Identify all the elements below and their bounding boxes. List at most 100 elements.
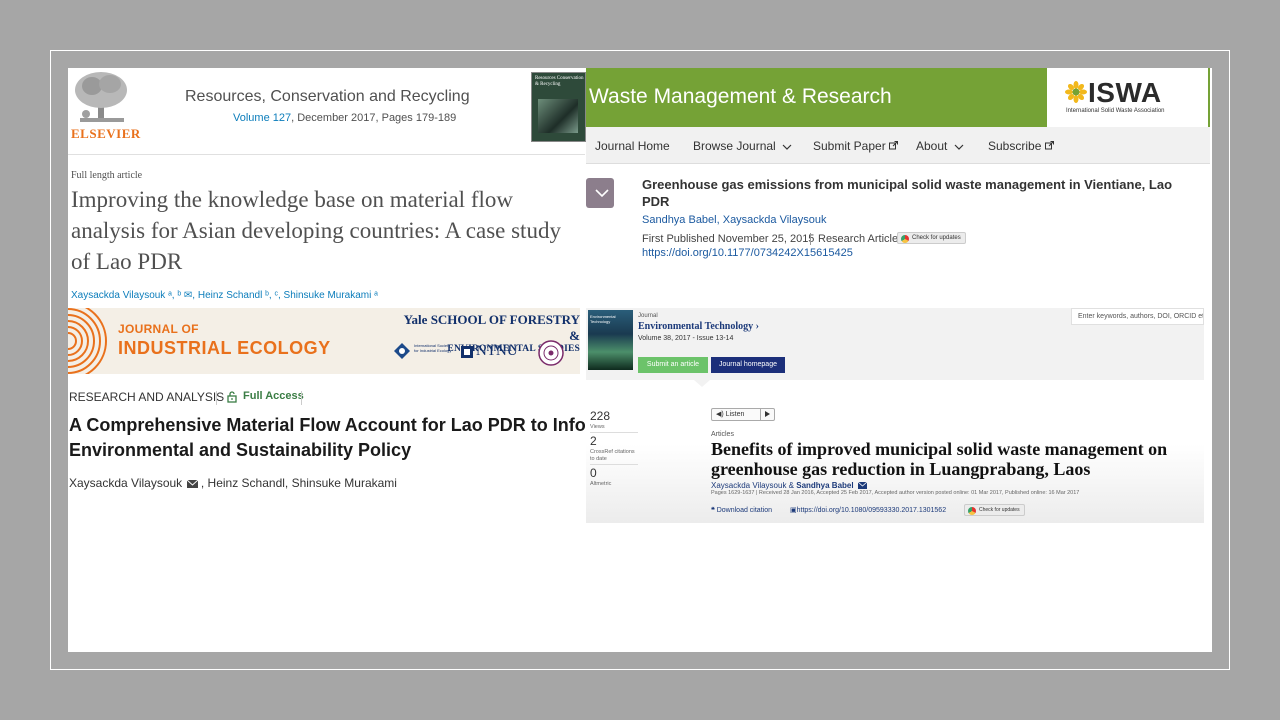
journal-label: Journal <box>638 313 658 319</box>
journal-title[interactable]: Waste Management & Research <box>589 85 892 109</box>
external-link-icon <box>1044 141 1054 150</box>
isie-logo-icon <box>394 343 410 359</box>
lock-open-icon <box>227 391 237 403</box>
author-link[interactable]: Sandhya Babel <box>796 481 853 490</box>
banner-line1: JOURNAL OF <box>118 322 199 336</box>
wmr-panel: Waste Management & Research ISWA Interna… <box>586 68 1212 308</box>
rings-logo <box>68 308 107 374</box>
nav-submit-paper[interactable]: Submit Paper <box>813 139 899 153</box>
journal-homepage-button[interactable]: Journal homepage <box>711 357 785 373</box>
nav-label: Submit Paper <box>813 139 886 153</box>
article-type: Full length article <box>71 170 143 181</box>
article-title: A Comprehensive Material Flow Account fo… <box>69 413 589 463</box>
nav-subscribe[interactable]: Subscribe <box>988 139 1054 153</box>
full-access-badge: Full Access <box>243 390 304 402</box>
chevron-down-icon <box>782 144 792 150</box>
author-link[interactable]: Xaysackda Vilaysouk <box>69 476 182 490</box>
author-list[interactable]: Sandhya Babel, Xaysackda Vilaysouk <box>642 214 826 226</box>
email-icon[interactable] <box>857 481 868 489</box>
play-icon <box>765 411 770 417</box>
cover-title: Environmental Technology <box>590 314 616 324</box>
listen-text: Listen <box>725 411 745 418</box>
publication-meta: First Published November 25, 2015 <box>642 233 814 245</box>
divider <box>590 432 638 433</box>
iswa-wordmark: ISWA <box>1088 77 1162 108</box>
ntnu-wordmark: NTNU <box>476 343 518 359</box>
doi-text: https://doi.org/10.1080/09593330.2017.13… <box>796 507 947 514</box>
chevron-down-icon <box>595 189 609 198</box>
divider <box>760 409 761 420</box>
ntnu-logo-icon <box>461 346 473 358</box>
divider <box>216 391 217 405</box>
title-line1: A Comprehensive Material Flow Account fo… <box>69 415 586 435</box>
elsevier-panel: ELSEVIER Resources, Conservation and Rec… <box>68 68 586 308</box>
quote-icon: ❝ <box>711 507 715 514</box>
article-title: Benefits of improved municipal solid was… <box>711 439 1168 479</box>
journal-cover[interactable]: Resources Conservation & Recycling <box>531 72 586 142</box>
author-list[interactable]: Xaysackda Vilaysouk ᵃ, ᵇ ✉, Heinz Schand… <box>71 290 378 301</box>
volume-info[interactable]: Volume 38, 2017 - Issue 13-14 <box>638 335 733 342</box>
co-authors[interactable]: , Heinz Schandl, Shinsuke Murakami <box>201 476 397 490</box>
nav-browse-journal[interactable]: Browse Journal <box>693 139 792 153</box>
download-citation-link[interactable]: ❝ Download citation <box>711 506 772 514</box>
journal-name: Environmental Technology <box>638 321 754 332</box>
jie-banner: JOURNAL OF INDUSTRIAL ECOLOGY Yale SCHOO… <box>68 308 580 374</box>
elsevier-wordmark: ELSEVIER <box>71 126 141 141</box>
chevron-down-icon <box>954 144 964 150</box>
doi-link[interactable]: https://doi.org/10.1177/0734242X15615425 <box>642 247 853 259</box>
author-link[interactable]: Xaysackda Vilaysouk & <box>711 481 796 490</box>
submit-article-button[interactable]: Submit an article <box>638 357 708 373</box>
divider <box>810 233 811 245</box>
author-list: Xaysackda Vilaysouk & Sandhya Babel <box>711 481 868 490</box>
download-label: Download citation <box>716 507 772 514</box>
volume-info: Volume 127, December 2017, Pages 179-189 <box>233 112 456 124</box>
nav-label: Subscribe <box>988 139 1042 153</box>
divider <box>301 391 302 405</box>
views-label: Views <box>590 424 605 430</box>
title-line2: Environmental and Sustainability Policy <box>69 440 412 460</box>
published-date: First Published November 25, 2015 <box>642 233 815 245</box>
journal-title[interactable]: Environmental Technology › <box>638 321 759 332</box>
university-seal-icon <box>538 340 564 366</box>
iswa-flower-icon <box>1065 81 1087 103</box>
volume-details: , December 2017, Pages 179-189 <box>291 112 457 124</box>
chevron-right-icon: › <box>755 321 759 332</box>
check-for-updates-button[interactable]: Check for updates <box>897 232 966 244</box>
cover-title: Resources Conservation & Recycling <box>535 76 584 87</box>
journal-cover[interactable]: Environmental Technology <box>588 310 633 370</box>
crossref-label: CrossRef citations to date <box>590 449 635 462</box>
nav-about[interactable]: About <box>916 139 964 153</box>
side-tab-button[interactable] <box>586 178 614 208</box>
email-icon[interactable] <box>186 479 198 488</box>
doi-link[interactable]: ▣https://doi.org/10.1080/09593330.2017.1… <box>790 506 946 514</box>
slide: ELSEVIER Resources, Conservation and Rec… <box>68 68 1212 652</box>
article-title: Greenhouse gas emissions from municipal … <box>642 177 1173 209</box>
banner-line2: INDUSTRIAL ECOLOGY <box>118 338 331 358</box>
iswa-subtitle: International Solid Waste Association <box>1066 108 1165 114</box>
check-for-updates-button[interactable]: Check for updates <box>964 504 1025 516</box>
envtech-panel: Environmental Technology Journal Environ… <box>586 308 1204 523</box>
listen-label: ◀) Listen <box>716 410 744 418</box>
crossref-count: 2 <box>590 434 597 448</box>
listen-button[interactable]: ◀) Listen <box>711 408 775 421</box>
elsevier-tree-logo <box>75 72 127 122</box>
speaker-icon: ◀) <box>716 411 724 418</box>
nav-journal-home[interactable]: Journal Home <box>595 139 670 153</box>
volume-link[interactable]: Volume 127 <box>233 112 291 124</box>
link-icon: ▣ <box>790 507 797 514</box>
caret-pointer <box>694 380 710 387</box>
article-type: Research Article <box>818 233 899 245</box>
altmetric-label: Altmetric <box>590 481 612 487</box>
author-list: Xaysackda Vilaysouk , Heinz Schandl, Shi… <box>69 476 397 490</box>
views-count: 228 <box>590 409 611 423</box>
altmetric-count: 0 <box>590 466 597 480</box>
journal-title[interactable]: Resources, Conservation and Recycling <box>185 88 470 106</box>
nav-label: Browse Journal <box>693 139 776 153</box>
article-section: Articles <box>711 431 734 438</box>
search-input[interactable]: Enter keywords, authors, DOI, ORCID etc <box>1071 308 1204 325</box>
isie-text: International Society for Industrial Eco… <box>414 343 452 353</box>
cover-image <box>538 99 578 133</box>
divider <box>68 154 585 155</box>
nav-label: About <box>916 139 948 153</box>
external-link-icon <box>889 141 899 150</box>
